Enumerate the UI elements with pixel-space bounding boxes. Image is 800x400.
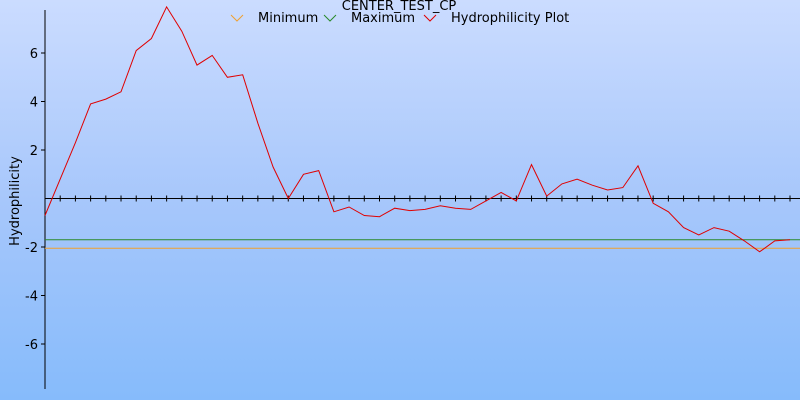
legend: Minimum Maximum Hydrophilicity Plot (230, 11, 569, 26)
reference-lines (45, 239, 800, 249)
legend-plot-label: Hydrophilicity Plot (451, 11, 569, 26)
legend-plot-icon (423, 14, 437, 22)
legend-minimum-label: Minimum (258, 11, 318, 26)
legend-maximum-icon (323, 14, 337, 22)
legend-item-minimum: Minimum (230, 11, 318, 26)
y-tick-label: -6 (25, 338, 38, 353)
y-ticks: -6 -4 -2 2 4 6 (25, 47, 45, 353)
y-tick-label: -2 (25, 241, 38, 256)
hydrophilicity-line (44, 5, 791, 253)
y-tick-label: 2 (30, 144, 38, 159)
y-axis-label: Hydrophilicity (8, 156, 23, 246)
legend-item-maximum: Maximum (323, 11, 415, 26)
hydrophilicity-chart: CENTER_TEST_CP Minimum Maximum Hydrophil… (8, 0, 800, 389)
y-tick-label: 4 (30, 96, 38, 111)
legend-maximum-label: Maximum (351, 11, 415, 26)
plot-series (44, 5, 791, 253)
x-axis (44, 195, 800, 202)
y-tick-label: -4 (25, 290, 38, 305)
chart-area: CENTER_TEST_CP Minimum Maximum Hydrophil… (0, 0, 800, 400)
legend-minimum-icon (230, 14, 244, 22)
y-tick-label: 6 (30, 47, 38, 62)
